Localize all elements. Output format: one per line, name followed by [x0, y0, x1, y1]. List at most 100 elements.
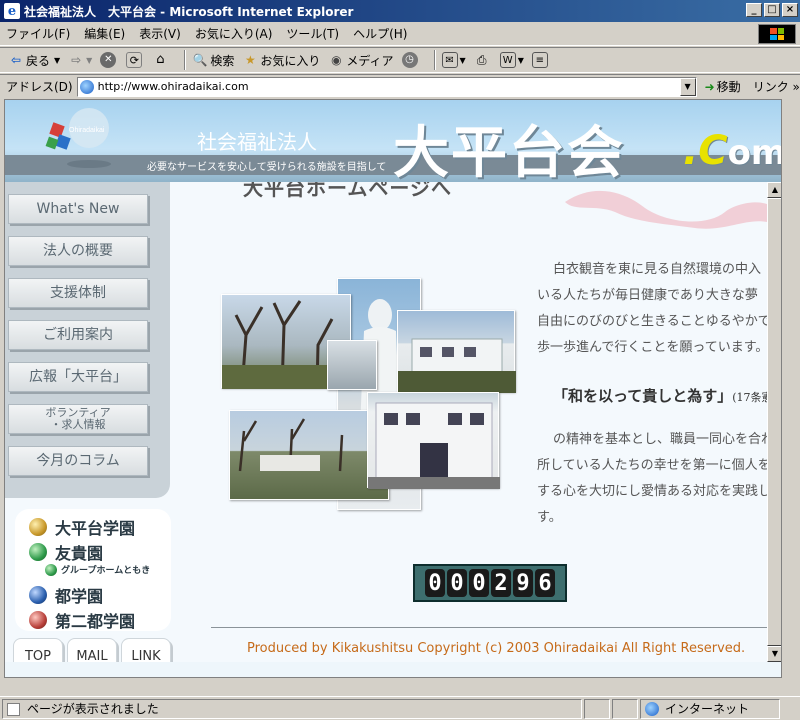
top-button[interactable]: TOP — [13, 638, 63, 662]
site-logo[interactable]: Ohiradaikai — [43, 106, 115, 170]
nav-support[interactable]: 支援体制 — [8, 278, 148, 308]
menu-edit[interactable]: 編集(E) — [84, 25, 125, 42]
address-input[interactable]: http://www.ohiradaikai.com ▼ — [76, 76, 697, 97]
brush-decoration — [565, 190, 767, 229]
minimize-button[interactable]: _ — [746, 3, 762, 17]
facility-links: 大平台学園 友貴園 グループホームともき 都学園 第二都学園 — [15, 509, 171, 631]
nav-volunteer-jobs[interactable]: ボランティア ・求人情報 — [8, 404, 148, 434]
intro-line-4: 歩一歩進んで行くことを願っています。 — [537, 340, 767, 355]
motto-source: (17条憲 — [732, 391, 767, 404]
facility-name: 第二都学園 — [55, 612, 136, 631]
facility-daini-miyako-gakuen[interactable]: 第二都学園 — [29, 608, 135, 632]
home-button[interactable]: ⌂ — [152, 52, 170, 68]
status-bar: ページが表示されました インターネット — [0, 696, 800, 720]
footer-divider — [211, 627, 767, 628]
mail-dropdown-icon[interactable]: ▼ — [460, 56, 466, 65]
refresh-button[interactable]: ⟳ — [126, 52, 144, 68]
home-icon: ⌂ — [156, 52, 165, 67]
back-button[interactable]: ⇦ 戻る ▼ — [8, 52, 60, 69]
stop-button[interactable]: ✕ — [100, 52, 118, 68]
status-message: ページが表示されました — [2, 698, 582, 719]
toolbar: ⇦ 戻る ▼ ⇨ ▼ ✕ ⟳ ⌂ 🔍 検索 ★ お気に入り ◉ メディア ◷ ✉… — [0, 47, 800, 73]
visitor-counter: 000296 — [413, 564, 567, 602]
site-banner: Ohiradaikai 社会福祉法人 必要なサービスを安心して受けられる施設を目… — [5, 100, 781, 182]
facility-name: グループホームともき — [61, 566, 151, 576]
maximize-button[interactable]: □ — [764, 3, 780, 17]
print-button[interactable]: ⎙ — [474, 52, 492, 68]
zone-label: インターネット — [665, 702, 750, 716]
go-button[interactable]: ➜ 移動 — [705, 78, 741, 95]
stop-icon: ✕ — [100, 52, 117, 68]
web-viewport: Ohiradaikai 社会福祉法人 必要なサービスを安心して受けられる施設を目… — [4, 99, 782, 678]
copyright-footer: Produced by Kikakushitsu Copyright (c) 2… — [247, 641, 746, 656]
facility-yukien[interactable]: 友貴園 — [29, 540, 103, 564]
back-dropdown-icon[interactable]: ▼ — [54, 56, 60, 65]
links-label: リンク — [752, 80, 789, 94]
address-url: http://www.ohiradaikai.com — [97, 80, 249, 93]
forward-dropdown-icon[interactable]: ▼ — [86, 56, 92, 65]
search-icon: 🔍 — [192, 53, 208, 67]
red-ball-icon — [29, 611, 47, 629]
domain-dot-c: .C — [683, 128, 728, 174]
nav-newsletter[interactable]: 広報「大平台」 — [8, 362, 148, 392]
counter-digit: 0 — [425, 569, 445, 597]
mail-icon: ✉ — [441, 52, 458, 68]
favorites-button[interactable]: ★ お気に入り — [242, 52, 320, 69]
menu-bar: ファイル(F) 編集(E) 表示(V) お気に入り(A) ツール(T) ヘルプ(… — [0, 22, 800, 46]
facility-name: 都学園 — [55, 587, 104, 606]
vertical-scrollbar[interactable]: ▲ ▼ — [767, 182, 781, 662]
address-dropdown-icon[interactable]: ▼ — [679, 77, 696, 96]
nav-about[interactable]: 法人の概要 — [8, 236, 148, 266]
favorites-icon: ★ — [244, 53, 256, 67]
vertical-scroll-thumb[interactable] — [767, 198, 781, 646]
nav-column[interactable]: 今月のコラム — [8, 446, 148, 476]
edit-button[interactable]: W ▼ — [499, 52, 524, 68]
facility-ohiradai-gakuen[interactable]: 大平台学園 — [29, 515, 135, 539]
body-line-2: 所している人たちの幸せを第一に個人を — [537, 458, 767, 473]
menu-favorites[interactable]: お気に入り(A) — [195, 25, 273, 42]
go-label: 移動 — [716, 80, 741, 94]
photo-collage — [219, 278, 519, 510]
nav-whats-new[interactable]: What's New — [8, 194, 148, 224]
window-titlebar: e 社会福祉法人 大平台会 - Microsoft Internet Explo… — [0, 0, 800, 22]
menu-view[interactable]: 表示(V) — [139, 25, 181, 42]
close-button[interactable]: × — [782, 3, 798, 17]
facility-group-home-tomoki[interactable]: グループホームともき — [45, 563, 150, 576]
back-arrow-icon: ⇦ — [10, 53, 22, 67]
scroll-up-icon[interactable]: ▲ — [767, 182, 781, 198]
search-button[interactable]: 🔍 検索 — [192, 52, 235, 69]
menu-help[interactable]: ヘルプ(H) — [353, 25, 407, 42]
back-label: 戻る — [26, 53, 51, 68]
mail-button[interactable]: MAIL — [67, 638, 117, 662]
forward-button[interactable]: ⇨ ▼ — [68, 52, 92, 68]
body-line-3: する心を大切にし愛情ある対応を実践し — [537, 484, 767, 499]
edit-dropdown-icon[interactable]: ▼ — [518, 56, 524, 65]
body-line-4: す。 — [537, 510, 562, 525]
globe-icon — [645, 701, 659, 716]
site-name: 大平台会 — [393, 121, 625, 182]
history-button[interactable]: ◷ — [401, 52, 420, 68]
counter-digit: 2 — [491, 569, 511, 597]
discuss-button[interactable]: ≡ — [531, 52, 550, 68]
forward-arrow-icon: ⇨ — [71, 53, 82, 67]
menu-file[interactable]: ファイル(F) — [6, 25, 70, 42]
nav-usage-guide[interactable]: ご利用案内 — [8, 320, 148, 350]
document-icon: ≡ — [531, 52, 548, 68]
facility-miyako-gakuen[interactable]: 都学園 — [29, 583, 103, 607]
green-ball-icon — [45, 563, 57, 576]
menu-tools[interactable]: ツール(T) — [286, 25, 339, 42]
building-photo — [397, 310, 516, 393]
media-button[interactable]: ◉ メディア — [328, 52, 393, 69]
links-button[interactable]: リンク » — [753, 78, 800, 95]
facility-building-photo — [367, 392, 500, 489]
facility-name: 友貴園 — [55, 544, 104, 563]
go-arrow-icon: ➜ — [704, 79, 715, 94]
body-line-1: の精神を基本とし、職員一同心を合わ — [553, 432, 767, 447]
scroll-down-icon[interactable]: ▼ — [767, 646, 781, 662]
page-heading: 大平台ホームページへ — [243, 182, 452, 200]
link-button[interactable]: LINK — [121, 638, 171, 662]
motto-quote: 「和を以って貴しと為す」(17条憲 — [553, 385, 767, 406]
mail-toolbar-button[interactable]: ✉ ▼ — [441, 52, 466, 68]
page-icon — [79, 79, 94, 94]
edit-icon: W — [499, 52, 516, 68]
